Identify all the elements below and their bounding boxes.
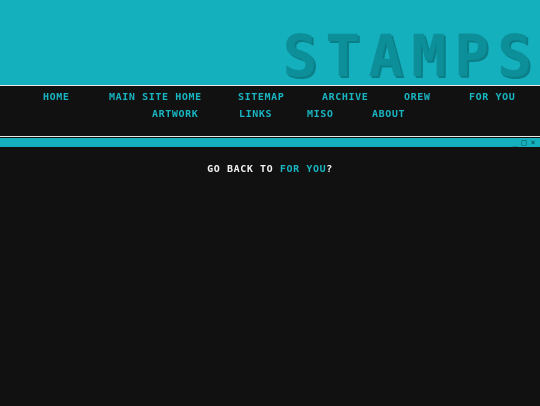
nav-link-artwork[interactable]: ARTWORK	[152, 109, 198, 121]
nav-link-for-you[interactable]: FOR YOU	[469, 92, 515, 104]
message-suffix: ?	[326, 164, 333, 175]
close-icon[interactable]: ×	[530, 138, 536, 147]
main-nav: HOME MAIN SITE HOME SITEMAP ARCHIVE OREW…	[0, 86, 540, 132]
for-you-link[interactable]: FOR YOU	[280, 164, 326, 175]
site-header: STAMPS	[0, 0, 540, 90]
content-window: _ □ × GO BACK TO FOR YOU?	[0, 136, 540, 406]
nav-link-orew[interactable]: OREW	[404, 92, 430, 104]
nav-link-about[interactable]: ABOUT	[372, 109, 405, 121]
nav-link-miso[interactable]: MISO	[307, 109, 333, 121]
nav-link-archive[interactable]: ARCHIVE	[322, 92, 368, 104]
maximize-icon[interactable]: □	[521, 138, 527, 147]
nav-link-links[interactable]: LINKS	[239, 109, 272, 121]
redirect-message: GO BACK TO FOR YOU?	[0, 164, 540, 175]
nav-link-home[interactable]: HOME	[43, 92, 69, 104]
site-title: STAMPS	[282, 22, 540, 90]
window-controls: _ □ ×	[512, 138, 536, 147]
nav-link-main-site-home[interactable]: MAIN SITE HOME	[109, 92, 202, 104]
nav-link-sitemap[interactable]: SITEMAP	[238, 92, 284, 104]
window-titlebar[interactable]: _ □ ×	[0, 138, 540, 147]
minimize-icon[interactable]: _	[512, 138, 518, 147]
message-prefix: GO BACK TO	[207, 164, 280, 175]
